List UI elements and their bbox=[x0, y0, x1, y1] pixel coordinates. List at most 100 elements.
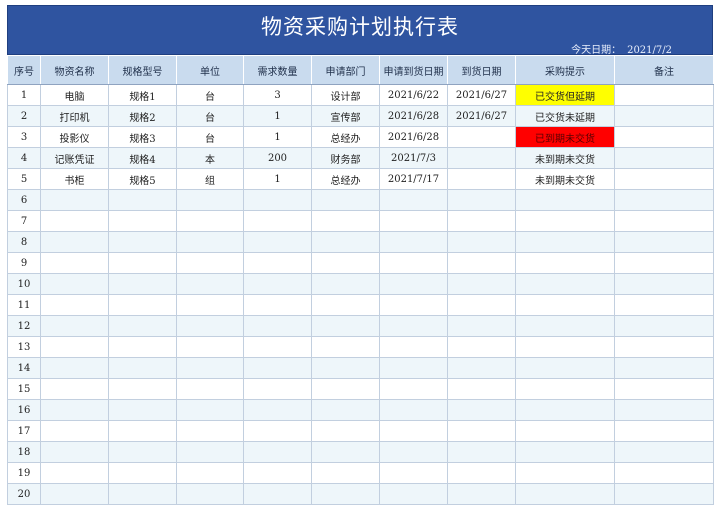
cell-arrival-date[interactable] bbox=[447, 336, 516, 358]
cell-spec[interactable]: 规格4 bbox=[108, 147, 177, 169]
cell-spec[interactable] bbox=[108, 336, 177, 358]
cell-status[interactable] bbox=[515, 420, 615, 442]
cell-spec[interactable] bbox=[108, 378, 177, 400]
cell-unit[interactable] bbox=[176, 357, 244, 379]
cell-remarks[interactable] bbox=[614, 168, 714, 190]
cell-arrival-date[interactable] bbox=[447, 231, 516, 253]
cell-quantity[interactable] bbox=[243, 252, 312, 274]
header-requested-date[interactable]: 申请到货日期 bbox=[379, 55, 448, 85]
cell-requested-date[interactable] bbox=[379, 252, 448, 274]
cell-seq[interactable]: 14 bbox=[7, 357, 41, 379]
cell-seq[interactable]: 5 bbox=[7, 168, 41, 190]
cell-quantity[interactable] bbox=[243, 420, 312, 442]
cell-department[interactable] bbox=[311, 273, 380, 295]
cell-unit[interactable]: 组 bbox=[176, 168, 244, 190]
cell-remarks[interactable] bbox=[614, 399, 714, 421]
cell-seq[interactable]: 15 bbox=[7, 378, 41, 400]
cell-quantity[interactable]: 3 bbox=[243, 84, 312, 106]
cell-requested-date[interactable] bbox=[379, 231, 448, 253]
cell-item-name[interactable] bbox=[40, 336, 109, 358]
cell-arrival-date[interactable]: 2021/6/27 bbox=[447, 84, 516, 106]
cell-spec[interactable] bbox=[108, 273, 177, 295]
cell-quantity[interactable] bbox=[243, 483, 312, 505]
cell-quantity[interactable] bbox=[243, 273, 312, 295]
cell-remarks[interactable] bbox=[614, 378, 714, 400]
cell-department[interactable]: 宣传部 bbox=[311, 105, 380, 127]
cell-seq[interactable]: 6 bbox=[7, 189, 41, 211]
cell-unit[interactable] bbox=[176, 483, 244, 505]
cell-status[interactable]: 已交货但延期 bbox=[515, 84, 615, 106]
cell-status[interactable] bbox=[515, 210, 615, 232]
cell-seq[interactable]: 7 bbox=[7, 210, 41, 232]
cell-item-name[interactable]: 书柜 bbox=[40, 168, 109, 190]
header-arrival-date[interactable]: 到货日期 bbox=[447, 55, 516, 85]
cell-remarks[interactable] bbox=[614, 231, 714, 253]
cell-remarks[interactable] bbox=[614, 462, 714, 484]
cell-remarks[interactable] bbox=[614, 420, 714, 442]
cell-status[interactable]: 未到期未交货 bbox=[515, 168, 615, 190]
cell-requested-date[interactable] bbox=[379, 441, 448, 463]
cell-item-name[interactable] bbox=[40, 273, 109, 295]
cell-department[interactable] bbox=[311, 483, 380, 505]
cell-requested-date[interactable] bbox=[379, 357, 448, 379]
cell-spec[interactable]: 规格1 bbox=[108, 84, 177, 106]
cell-arrival-date[interactable] bbox=[447, 441, 516, 463]
header-item-name[interactable]: 物资名称 bbox=[40, 55, 109, 85]
cell-spec[interactable] bbox=[108, 483, 177, 505]
cell-requested-date[interactable] bbox=[379, 189, 448, 211]
cell-remarks[interactable] bbox=[614, 84, 714, 106]
cell-item-name[interactable] bbox=[40, 294, 109, 316]
cell-item-name[interactable] bbox=[40, 315, 109, 337]
cell-spec[interactable] bbox=[108, 357, 177, 379]
cell-item-name[interactable] bbox=[40, 378, 109, 400]
cell-unit[interactable] bbox=[176, 189, 244, 211]
cell-spec[interactable]: 规格2 bbox=[108, 105, 177, 127]
cell-item-name[interactable]: 记账凭证 bbox=[40, 147, 109, 169]
cell-arrival-date[interactable] bbox=[447, 483, 516, 505]
cell-item-name[interactable]: 投影仪 bbox=[40, 126, 109, 148]
cell-item-name[interactable] bbox=[40, 483, 109, 505]
cell-spec[interactable] bbox=[108, 252, 177, 274]
cell-quantity[interactable] bbox=[243, 378, 312, 400]
cell-seq[interactable]: 16 bbox=[7, 399, 41, 421]
header-unit[interactable]: 单位 bbox=[176, 55, 244, 85]
cell-arrival-date[interactable] bbox=[447, 189, 516, 211]
cell-seq[interactable]: 13 bbox=[7, 336, 41, 358]
cell-requested-date[interactable] bbox=[379, 399, 448, 421]
cell-quantity[interactable]: 1 bbox=[243, 168, 312, 190]
cell-remarks[interactable] bbox=[614, 252, 714, 274]
cell-unit[interactable] bbox=[176, 378, 244, 400]
cell-status[interactable]: 已交货未延期 bbox=[515, 105, 615, 127]
header-spec[interactable]: 规格型号 bbox=[108, 55, 177, 85]
cell-department[interactable] bbox=[311, 294, 380, 316]
cell-status[interactable] bbox=[515, 315, 615, 337]
cell-department[interactable] bbox=[311, 210, 380, 232]
cell-spec[interactable] bbox=[108, 189, 177, 211]
cell-arrival-date[interactable] bbox=[447, 126, 516, 148]
cell-requested-date[interactable] bbox=[379, 462, 448, 484]
cell-unit[interactable] bbox=[176, 441, 244, 463]
cell-seq[interactable]: 18 bbox=[7, 441, 41, 463]
cell-arrival-date[interactable]: 2021/6/27 bbox=[447, 105, 516, 127]
cell-item-name[interactable] bbox=[40, 357, 109, 379]
cell-unit[interactable] bbox=[176, 294, 244, 316]
cell-remarks[interactable] bbox=[614, 273, 714, 295]
cell-seq[interactable]: 2 bbox=[7, 105, 41, 127]
cell-arrival-date[interactable] bbox=[447, 357, 516, 379]
cell-unit[interactable] bbox=[176, 462, 244, 484]
cell-department[interactable] bbox=[311, 462, 380, 484]
cell-remarks[interactable] bbox=[614, 294, 714, 316]
cell-status[interactable] bbox=[515, 189, 615, 211]
cell-status[interactable] bbox=[515, 441, 615, 463]
cell-unit[interactable]: 本 bbox=[176, 147, 244, 169]
cell-unit[interactable]: 台 bbox=[176, 126, 244, 148]
cell-remarks[interactable] bbox=[614, 336, 714, 358]
cell-requested-date[interactable] bbox=[379, 336, 448, 358]
cell-arrival-date[interactable] bbox=[447, 399, 516, 421]
cell-spec[interactable] bbox=[108, 210, 177, 232]
cell-quantity[interactable]: 200 bbox=[243, 147, 312, 169]
cell-spec[interactable]: 规格5 bbox=[108, 168, 177, 190]
today-value[interactable]: 2021/7/2 bbox=[627, 45, 672, 56]
cell-arrival-date[interactable] bbox=[447, 315, 516, 337]
cell-remarks[interactable] bbox=[614, 441, 714, 463]
